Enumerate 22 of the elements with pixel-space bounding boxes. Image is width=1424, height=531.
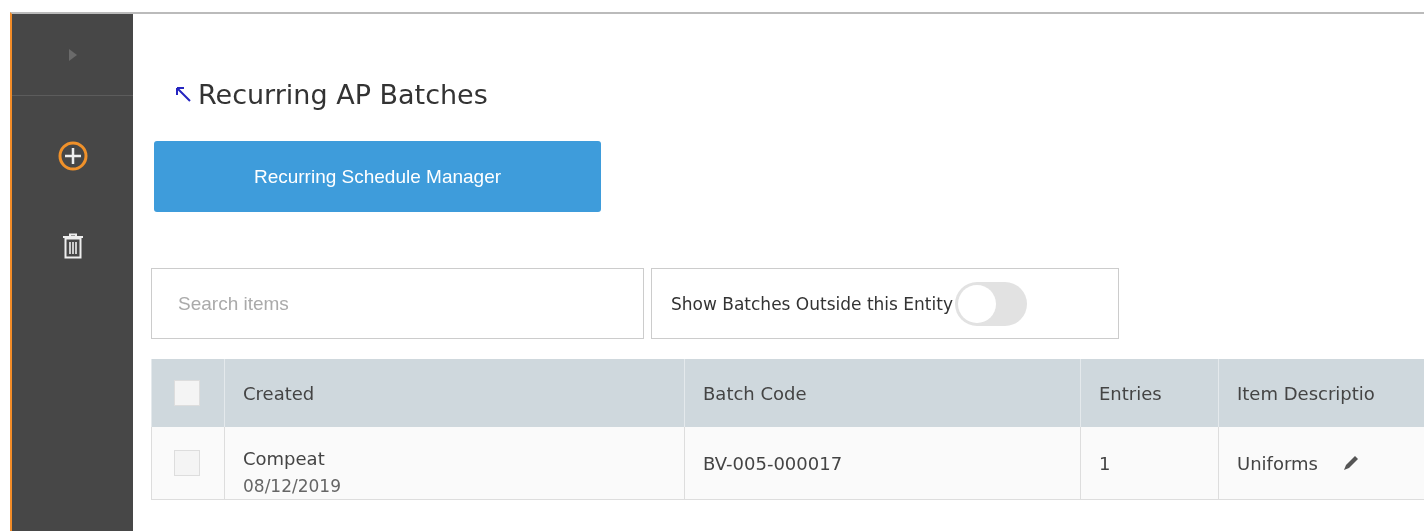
delete-button[interactable] xyxy=(61,233,84,259)
page-title: Recurring AP Batches xyxy=(198,78,488,110)
row-checkbox[interactable] xyxy=(174,450,200,476)
table-cell: Uniforms xyxy=(1237,452,1318,474)
search-field[interactable]: Search items xyxy=(151,268,644,339)
column-header[interactable]: Item Descriptio xyxy=(1218,359,1424,427)
select-all-checkbox[interactable] xyxy=(174,380,200,406)
creator-name: Compeat xyxy=(243,447,326,471)
pencil-icon[interactable] xyxy=(1341,454,1360,472)
table-cell: 1 xyxy=(1099,452,1111,474)
created-date: 08/12/2019 xyxy=(243,475,342,498)
column-header[interactable]: Created xyxy=(224,359,685,427)
toggle-switch[interactable] xyxy=(955,281,1027,326)
table-cell: BV-005-000017 xyxy=(703,452,843,474)
toggle-label: Show Batches Outside this Entity xyxy=(671,293,953,314)
trash-icon xyxy=(61,233,84,259)
expand-arrow-icon xyxy=(67,47,78,62)
add-button[interactable] xyxy=(56,140,89,172)
column-header[interactable]: Entries xyxy=(1080,359,1219,427)
add-icon xyxy=(56,140,89,172)
column-header[interactable]: Batch Code xyxy=(684,359,1081,427)
arrow-icon[interactable] xyxy=(174,85,192,103)
